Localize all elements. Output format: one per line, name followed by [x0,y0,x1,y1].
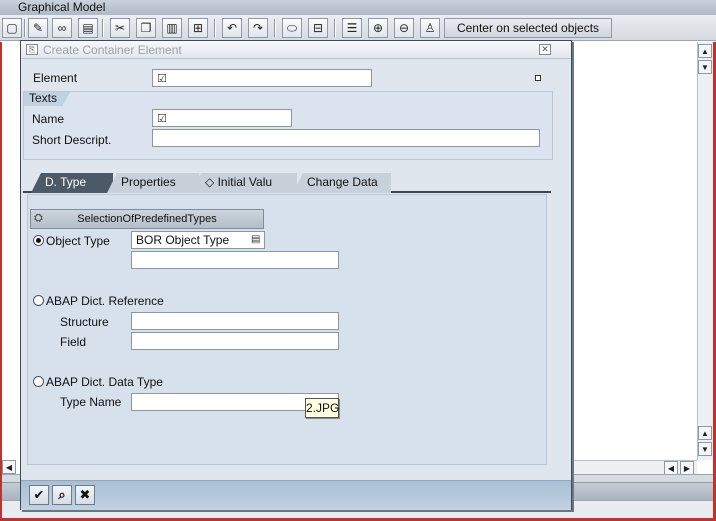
close-icon[interactable]: ✕ [539,44,551,55]
tree-icon[interactable]: ⊟ [308,18,328,38]
selection-of-predefined-types-button[interactable]: SelectionOfPredefinedTypes [30,209,264,229]
scroll-right-icon[interactable]: ▶ [680,461,694,475]
checkmark-icon[interactable]: ✔ [29,485,49,505]
person-icon[interactable]: ♙ [420,18,440,38]
texts-group-header: Texts [24,92,74,106]
tab-change-data[interactable]: Change Data [293,173,391,193]
abap-dict-data-type-label: ABAP Dict. Data Type [46,375,163,389]
tab-properties[interactable]: Properties [107,173,199,193]
scroll-down-icon[interactable]: ▼ [698,60,712,74]
texts-group: Texts Name ☑ Short Descript. [23,91,553,160]
undo-icon[interactable]: ↶ [222,18,242,38]
abap-dict-data-type-radio[interactable] [33,376,44,387]
name-field[interactable]: ☑ [152,109,292,127]
short-description-label: Short Descript. [32,133,112,147]
toolbar-separator [274,19,276,37]
horizontal-scrollbar-left[interactable]: ◀ [2,460,20,474]
object-type-label: Object Type [46,234,110,248]
element-field[interactable]: ☑ [152,69,372,87]
required-entry-icon: ☑ [157,73,167,85]
element-label: Element [33,71,78,85]
dialog-footer: ✔ ⌕ ✖ [21,480,571,510]
short-description-field[interactable] [152,129,540,147]
paste-icon[interactable]: ▥ [162,18,182,38]
insert-icon[interactable]: ⊞ [188,18,208,38]
toolbar-separator [102,19,104,37]
abap-dict-reference-label: ABAP Dict. Reference [46,294,164,308]
main-toolbar: ▢ ✎ ∞ ▤ ✂ ❐ ▥ ⊞ ↶ ↷ ⬭ ⊟ ☰ ⊕ ⊖ ♙ Center o… [0,15,716,41]
field-field[interactable] [131,332,339,350]
scroll-left-icon[interactable]: ◀ [2,460,16,474]
zoom-out-icon[interactable]: ⊖ [394,18,414,38]
toolbar-separator [334,19,336,37]
required-entry-icon: ☑ [157,113,167,125]
new-document-icon[interactable]: ▢ [2,18,22,38]
tooltip: 2.JPG [305,398,339,418]
center-on-selected-button[interactable]: Center on selected objects [444,18,612,38]
delete-icon[interactable]: ▤ [78,18,98,38]
find-icon[interactable]: ⌕ [52,485,72,505]
object-type-field[interactable] [131,251,339,269]
vertical-scrollbar[interactable]: ▲ ▼ ▲ ▼ [697,42,713,460]
scroll-up-icon[interactable]: ▲ [698,426,712,440]
horizontal-scrollbar-right[interactable]: ◀ ▶ [566,460,697,475]
toggle-square-icon[interactable] [535,75,541,81]
tab-initial-value[interactable]: ◇ Initial Valu [191,173,297,193]
dropdown-list-icon[interactable]: ▤ [251,234,260,245]
field-label: Field [60,335,87,349]
cut-icon[interactable]: ✂ [110,18,130,38]
dialog-titlebar[interactable]: ⎘ Create Container Element ✕ [21,41,571,59]
predefined-types-icon: ⛭ [34,212,43,224]
copy-icon[interactable]: ❐ [136,18,156,38]
app-title: Graphical Model [0,0,716,15]
toolbar-separator [214,19,216,37]
scroll-down-icon[interactable]: ▼ [698,442,712,456]
zoom-in-icon[interactable]: ⊕ [368,18,388,38]
abap-dict-reference-radio[interactable] [33,295,44,306]
shape-icon[interactable]: ⬭ [282,18,302,38]
type-name-label: Type Name [60,395,122,409]
redo-icon[interactable]: ↷ [248,18,268,38]
scroll-up-icon[interactable]: ▲ [698,44,712,58]
glasses-icon[interactable]: ∞ [52,18,72,38]
edit-pencil-icon[interactable]: ✎ [28,18,48,38]
dialog-title: Create Container Element [43,43,182,57]
cancel-icon[interactable]: ✖ [75,485,95,505]
object-type-radio[interactable] [33,235,44,246]
create-container-element-dialog: ⎘ Create Container Element ✕ Element ☑ T… [20,40,572,510]
tab-data-type[interactable]: D. Type [31,173,113,193]
structure-field[interactable] [131,312,339,330]
frame-border-left [0,42,2,521]
toolbar-separator [24,19,26,37]
structure-label: Structure [60,315,109,329]
name-label: Name [32,112,65,126]
tab-strip: D. Type Properties ◇ Initial Valu Change… [23,171,551,193]
align-icon[interactable]: ☰ [342,18,362,38]
object-type-category-field[interactable]: BOR Object Type [131,231,265,249]
dialog-window-icon: ⎘ [26,44,38,55]
scroll-left-icon[interactable]: ◀ [664,461,678,475]
